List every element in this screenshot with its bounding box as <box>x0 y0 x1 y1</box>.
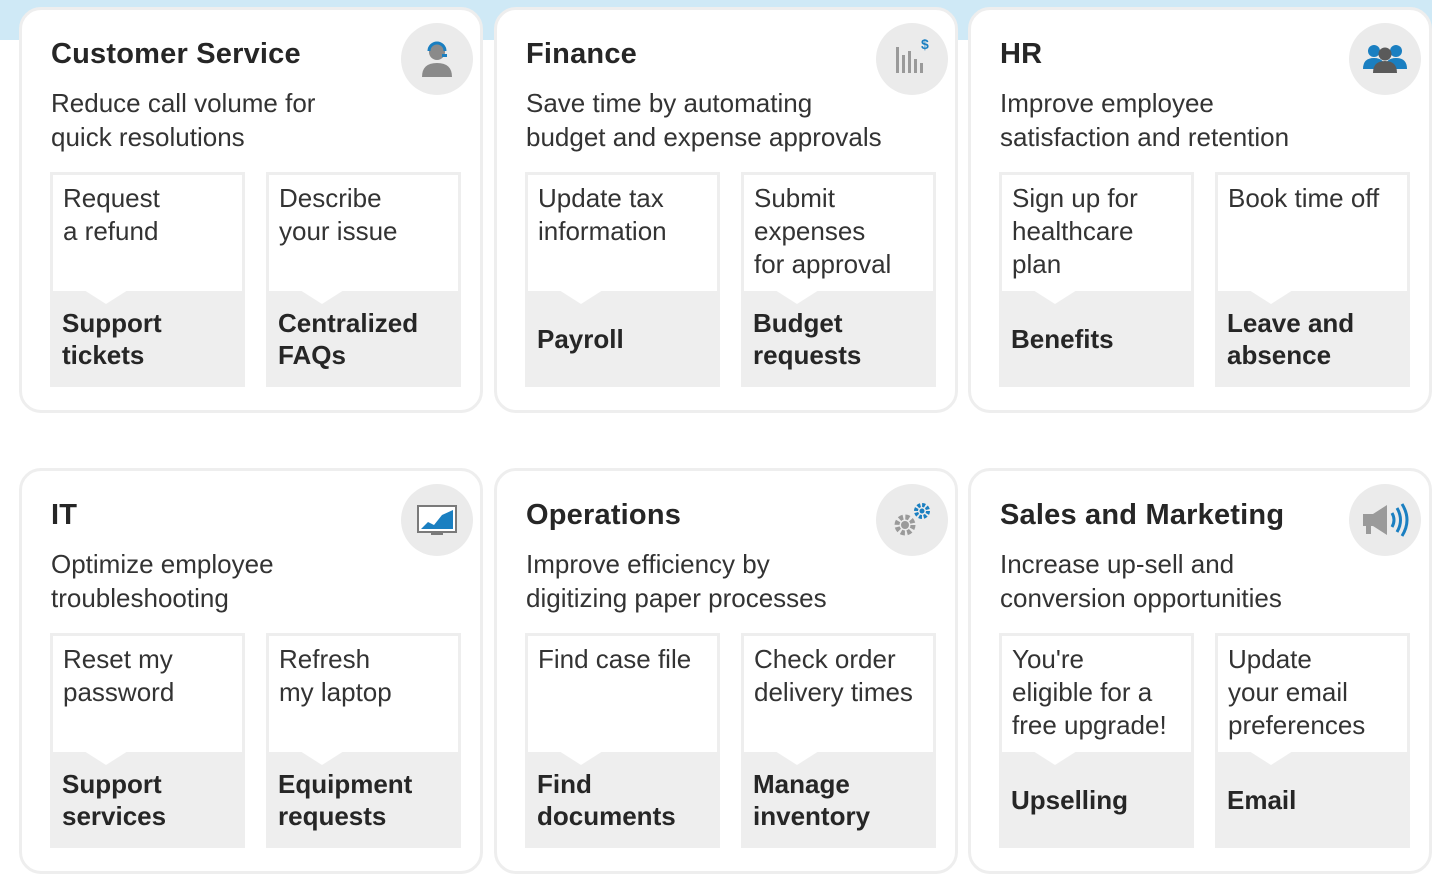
card-title: IT <box>51 499 78 531</box>
use-case-tile[interactable]: Book time off Leave and absence <box>1215 172 1410 387</box>
card-title: Sales and Marketing <box>1000 499 1285 531</box>
tile-label: Leave and absence <box>1227 308 1355 370</box>
card-finance: Finance Save time by automating budget a… <box>494 7 958 413</box>
agent-icon <box>401 23 473 95</box>
tile-message: Book time off <box>1228 183 1380 213</box>
tile-label: Email <box>1227 785 1297 815</box>
use-case-tile[interactable]: Check order delivery times Manage invent… <box>741 633 936 848</box>
card-description: Optimize employee troubleshooting <box>51 549 274 613</box>
use-case-tile[interactable]: Refresh my laptop Equipment requests <box>266 633 461 848</box>
card-operations: Operations Improve efficiency by digitiz… <box>494 468 958 874</box>
gears-icon <box>876 484 948 556</box>
tile-label: Centralized FAQs <box>278 308 419 370</box>
tile-label: Equipment requests <box>278 769 413 831</box>
card-title: Finance <box>526 38 637 70</box>
tile-label: Benefits <box>1011 324 1114 354</box>
people-icon <box>1349 23 1421 95</box>
megaphone-icon <box>1349 484 1421 556</box>
use-case-tile[interactable]: Describe your issue Centralized FAQs <box>266 172 461 387</box>
use-case-tile[interactable]: Update tax information Payroll <box>525 172 720 387</box>
card-sales-and-marketing: Sales and Marketing Increase up-sell and… <box>968 468 1432 874</box>
use-case-tile[interactable]: Update your email preferences Email <box>1215 633 1410 848</box>
card-title: HR <box>1000 38 1043 70</box>
tile-message: Find case file <box>538 644 692 674</box>
use-case-tile[interactable]: Sign up for healthcare plan Benefits <box>999 172 1194 387</box>
tile-message: Update tax information <box>538 183 667 246</box>
card-it: IT Optimize employee troubleshooting Res… <box>19 468 483 874</box>
use-case-tile[interactable]: Submit expenses for approval Budget requ… <box>741 172 936 387</box>
tile-message: Describe your issue <box>279 183 398 246</box>
tile-message: Check order delivery times <box>754 644 913 707</box>
tile-label: Support tickets <box>62 308 162 370</box>
use-case-tile[interactable]: Find case file Find documents <box>525 633 720 848</box>
card-description: Increase up-sell and conversion opportun… <box>1000 549 1282 613</box>
card-description: Improve employee satisfaction and retent… <box>1000 88 1290 152</box>
card-customer-service: Customer Service Reduce call volume for … <box>19 7 483 413</box>
tile-message: Update your email preferences <box>1228 644 1366 740</box>
tile-message: Request a refund <box>63 183 160 246</box>
tile-label: Manage inventory <box>753 769 871 831</box>
card-description: Save time by automating budget and expen… <box>526 88 882 152</box>
tile-label: Find documents <box>537 769 676 831</box>
tile-message: You're eligible for a free upgrade! <box>1012 644 1167 740</box>
tile-message: Reset my password <box>63 644 175 707</box>
card-hr: HR Improve employee satisfaction and ret… <box>968 7 1432 413</box>
card-title: Customer Service <box>51 38 301 70</box>
tile-message: Refresh my laptop <box>279 644 392 707</box>
use-case-tile[interactable]: You're eligible for a free upgrade! Upse… <box>999 633 1194 848</box>
use-case-tile[interactable]: Reset my password Support services <box>50 633 245 848</box>
use-case-tile[interactable]: Request a refund Support tickets <box>50 172 245 387</box>
tile-label: Upselling <box>1011 785 1129 815</box>
card-title: Operations <box>526 499 682 531</box>
monitor-chart-icon <box>401 484 473 556</box>
card-description: Improve efficiency by digitizing paper p… <box>526 549 827 613</box>
svg-text:$: $ <box>921 36 929 52</box>
tile-label: Support services <box>62 769 167 831</box>
tile-message: Sign up for healthcare plan <box>1012 183 1138 279</box>
tile-label: Payroll <box>537 324 624 354</box>
tile-label: Budget requests <box>753 308 862 370</box>
tile-message: Submit expenses for approval <box>754 183 892 279</box>
card-description: Reduce call volume for quick resolutions <box>51 88 316 152</box>
finance-chart-icon: $ <box>876 23 948 95</box>
